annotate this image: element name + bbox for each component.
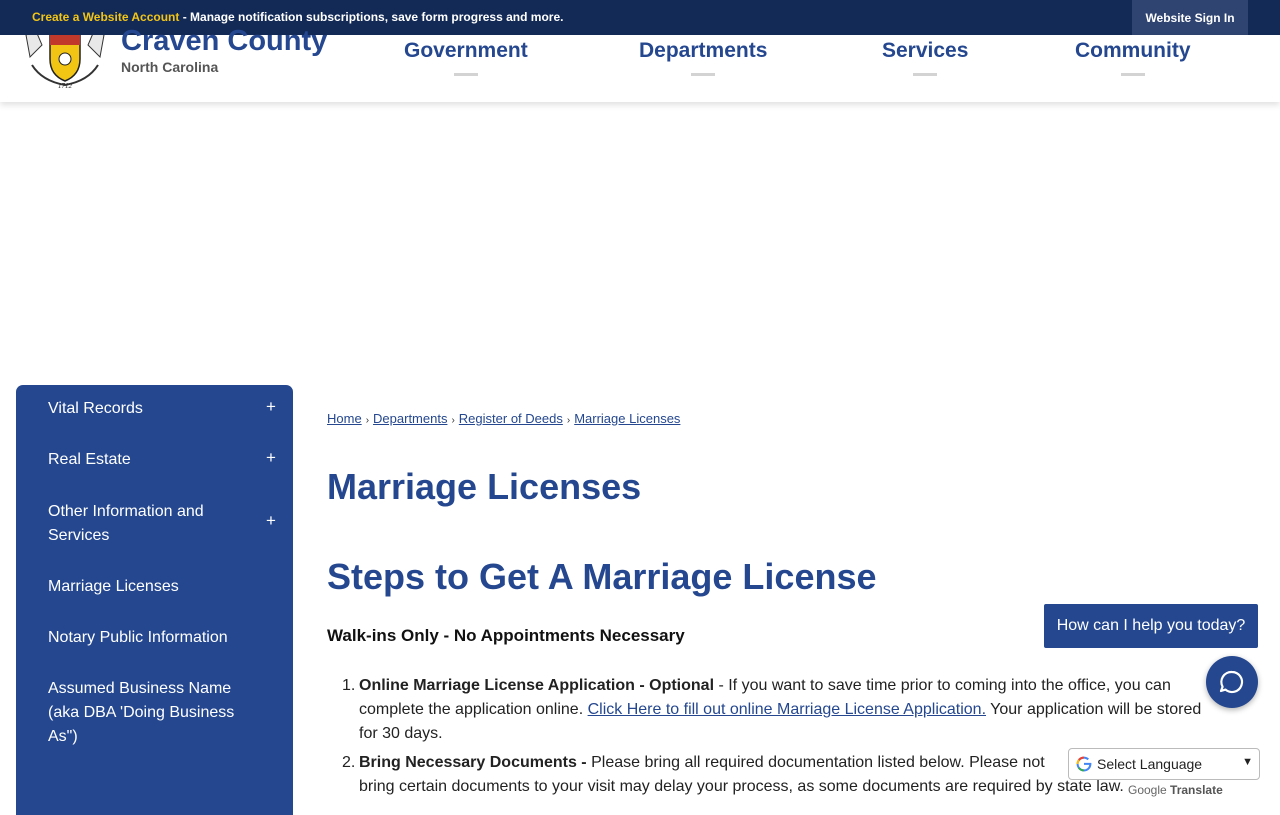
sidebar-item-marriage-licenses[interactable]: Marriage Licenses <box>48 575 248 599</box>
step-number: 1. <box>342 677 356 694</box>
breadcrumb-marriage-licenses[interactable]: Marriage Licenses <box>574 411 680 426</box>
breadcrumb-separator: › <box>365 415 370 426</box>
nav-underline <box>1120 73 1145 76</box>
nav-label: Community <box>1075 39 1191 62</box>
nav-departments[interactable]: Departments <box>639 39 767 76</box>
expand-plus-icon[interactable]: + <box>266 511 276 531</box>
sidebar-item-real-estate[interactable]: Real Estate <box>48 448 248 472</box>
seal-year: 1712 <box>58 82 73 89</box>
sidebar-item-vital-records[interactable]: Vital Records <box>48 397 248 421</box>
sidebar-item-other-information[interactable]: Other Information and Services <box>48 500 248 548</box>
expand-plus-icon[interactable]: + <box>266 397 276 417</box>
chat-prompt-bubble[interactable]: How can I help you today? <box>1044 604 1258 648</box>
expand-plus-icon[interactable]: + <box>266 448 276 468</box>
sidebar-item-assumed-business-name[interactable]: Assumed Business Name (aka DBA 'Doing Bu… <box>48 677 248 749</box>
language-select[interactable]: Select Language ▼ <box>1068 748 1260 780</box>
nav-community[interactable]: Community <box>1075 39 1191 76</box>
step-text: Please bring all required documentation … <box>586 754 1045 771</box>
nav-label: Departments <box>639 39 768 62</box>
page-title: Marriage Licenses <box>327 466 642 507</box>
nav-underline <box>913 73 938 76</box>
nav-government[interactable]: Government <box>404 39 528 76</box>
powered-by-google-translate[interactable]: Google Translate <box>1128 783 1223 797</box>
nav-services[interactable]: Services <box>882 39 968 76</box>
site-subtitle: North Carolina <box>121 59 219 75</box>
step-heading: Bring Necessary Documents - <box>359 754 587 771</box>
website-sign-in-button[interactable]: Website Sign In <box>1132 0 1248 35</box>
nav-underline <box>691 73 716 76</box>
step-text: bring certain documents to your visit ma… <box>359 778 1124 795</box>
translate-label: Translate <box>1170 783 1223 797</box>
chat-launcher-button[interactable] <box>1206 656 1258 708</box>
breadcrumb: Home › Departments › Register of Deeds › Marri… <box>327 411 680 426</box>
nav-label: Government <box>404 39 528 62</box>
notification-text: - Manage notification subscriptions, sav… <box>179 10 564 24</box>
create-account-link[interactable]: Create a Website Account <box>32 10 179 24</box>
walk-ins-notice: Walk-ins Only - No Appointments Necessar… <box>327 626 685 645</box>
google-g-icon <box>1076 756 1092 772</box>
breadcrumb-separator: › <box>566 415 571 426</box>
steps-list: 1. Online Marriage License Application -… <box>342 674 1229 799</box>
sidebar-nav: Vital Records + Real Estate + Other Info… <box>16 385 293 815</box>
chat-bubble-icon <box>1219 670 1244 694</box>
step-item: 1. Online Marriage License Application -… <box>342 674 1209 746</box>
online-application-link[interactable]: Click Here to fill out online Marriage L… <box>588 701 986 718</box>
notification-message: Create a Website Account - Manage notifi… <box>32 10 563 24</box>
site-header: 1712 Craven County North Carolina Govern… <box>0 25 1280 102</box>
sidebar-item-notary-public[interactable]: Notary Public Information <box>48 626 268 650</box>
breadcrumb-separator: › <box>451 415 455 426</box>
chevron-down-icon: ▼ <box>1242 756 1253 768</box>
nav-label: Services <box>882 39 969 62</box>
breadcrumb-register-of-deeds[interactable]: Register of Deeds <box>459 411 563 426</box>
county-seal-logo[interactable]: 1712 <box>22 35 108 89</box>
section-title: Steps to Get A Marriage License <box>327 556 877 597</box>
nav-underline <box>453 73 478 76</box>
language-select-label: Select Language <box>1097 756 1203 772</box>
google-wordmark: Google <box>1128 783 1167 797</box>
step-heading: Online Marriage License Application - Op… <box>359 677 715 694</box>
breadcrumb-home[interactable]: Home <box>327 411 362 426</box>
step-number: 2. <box>342 754 356 771</box>
site-title[interactable]: Craven County <box>121 25 327 58</box>
breadcrumb-departments[interactable]: Departments <box>373 411 447 426</box>
